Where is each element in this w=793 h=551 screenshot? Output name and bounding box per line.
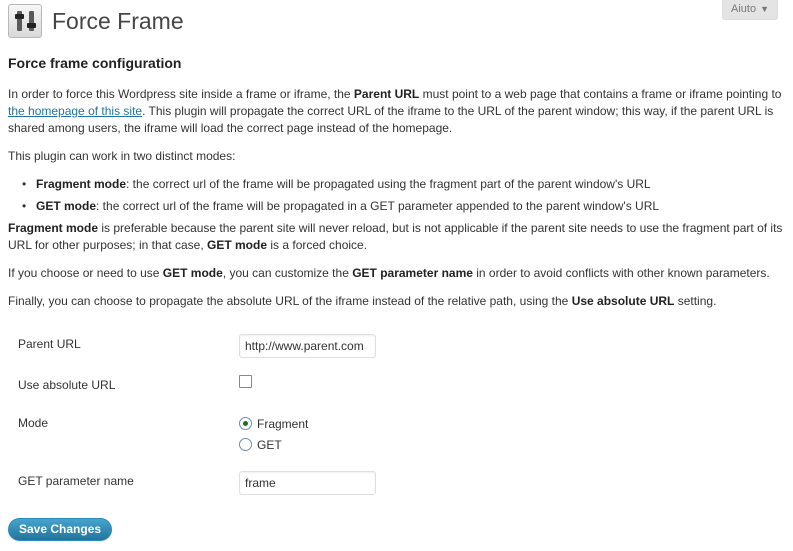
modes-paragraph: This plugin can work in two distinct mod… xyxy=(8,149,236,163)
mode-option-get[interactable]: GET xyxy=(239,435,308,454)
intro-paragraph: In order to force this Wordpress site in… xyxy=(8,87,782,135)
homepage-link[interactable]: the homepage of this site xyxy=(8,104,142,118)
parent-url-label: Parent URL xyxy=(18,337,81,351)
section-title: Force frame configuration xyxy=(8,55,182,71)
page-header: Force Frame xyxy=(8,4,184,38)
get-param-input[interactable] xyxy=(239,471,376,495)
chevron-down-icon: ▼ xyxy=(760,4,769,14)
mode-label: Mode xyxy=(18,416,49,430)
fragment-radio[interactable] xyxy=(239,417,252,430)
modes-list: Fragment mode: the correct url of the fr… xyxy=(22,176,786,215)
absolute-paragraph: Finally, you can choose to propagate the… xyxy=(8,294,717,308)
parent-url-input[interactable] xyxy=(239,334,376,358)
fragment-radio-label: Fragment xyxy=(257,416,309,431)
mode-option-fragment[interactable]: Fragment xyxy=(239,414,308,433)
use-absolute-url-label: Use absolute URL xyxy=(18,378,116,392)
use-absolute-url-checkbox[interactable] xyxy=(239,375,252,388)
list-item: Fragment mode: the correct url of the fr… xyxy=(22,176,786,193)
get-param-label: GET parameter name xyxy=(18,474,134,488)
mode-radio-group: Fragment GET xyxy=(239,414,308,454)
description: In order to force this Wordpress site in… xyxy=(8,86,786,321)
save-changes-button[interactable]: Save Changes xyxy=(8,518,113,541)
list-item: GET mode: the correct url of the frame w… xyxy=(22,198,786,215)
get-radio[interactable] xyxy=(239,438,252,451)
get-radio-label: GET xyxy=(257,437,282,452)
fragment-paragraph: Fragment mode is preferable because the … xyxy=(8,221,783,252)
get-paragraph: If you choose or need to use GET mode, y… xyxy=(8,266,770,280)
help-tab-label: Aiuto xyxy=(731,3,757,15)
page-title: Force Frame xyxy=(52,7,184,34)
help-tab-button[interactable]: Aiuto ▼ xyxy=(722,0,778,20)
plugin-settings-icon xyxy=(8,4,42,38)
